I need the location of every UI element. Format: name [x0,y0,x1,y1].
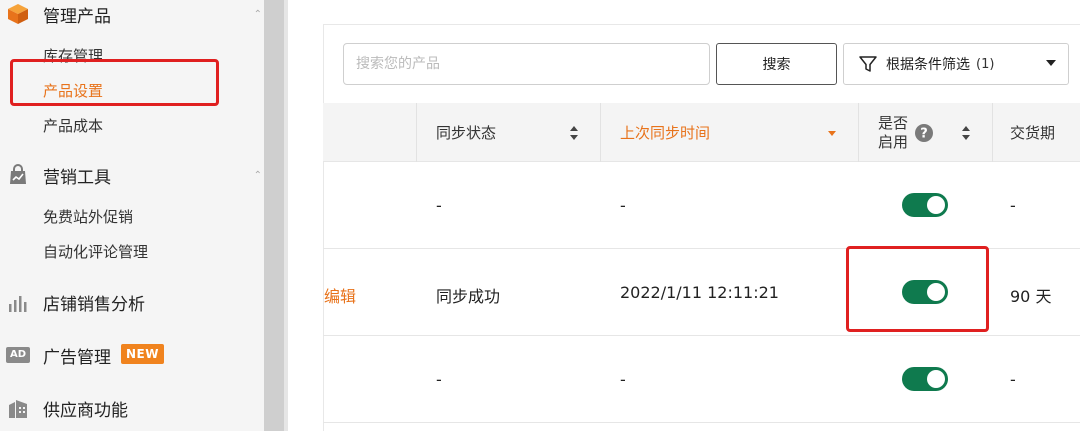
column-divider [992,103,993,162]
table-row: - - - [323,163,1080,249]
highlight-box-toggle [846,246,989,332]
cell-last-sync: 2022/1/11 12:11:21 [620,283,779,302]
sort-desc-icon[interactable] [827,125,837,141]
building-icon [6,396,30,420]
cell-sync-status: 同步成功 [436,287,501,306]
column-divider [416,103,417,162]
header-label: 同步状态 [436,124,497,142]
sort-icon[interactable] [961,125,971,141]
filter-label: 根据条件筛选 [886,57,970,73]
cell-sync-status: - [436,196,442,215]
new-badge: NEW [121,344,164,364]
chevron-up-icon[interactable]: ⌃ [254,9,262,20]
sidebar-scrollbar[interactable] [264,0,284,431]
header-label: 交货期 [1010,124,1056,142]
ad-icon-text: AD [6,347,30,363]
column-divider [858,103,859,162]
chevron-up-icon[interactable]: ⌃ [254,170,262,181]
header-label: 启用 [878,132,909,151]
sidebar-section-marketing[interactable]: 营销工具 ⌃ [0,158,264,192]
filter-icon [859,56,877,72]
sidebar-section-manage-products[interactable]: 管理产品 ⌃ [0,0,264,31]
sidebar-section-supplier[interactable]: 供应商功能 [0,391,264,425]
sidebar-item-offsite-promo[interactable]: 免费站外促销 [43,206,133,227]
column-header-last-sync[interactable]: 上次同步时间 [620,103,710,162]
ad-icon: AD [6,343,30,367]
enabled-toggle[interactable] [902,193,948,217]
sidebar-section-label: 供应商功能 [43,400,128,421]
sidebar-item-review-management[interactable]: 自动化评论管理 [43,241,148,262]
cell-lead-time: - [1010,370,1016,389]
bag-chart-icon [6,163,30,187]
sidebar-section-sales-analytics[interactable]: 店铺销售分析 [0,285,264,319]
search-input[interactable] [343,43,710,85]
column-header-lead-time[interactable]: 交货期 [1010,103,1055,162]
edit-link[interactable]: 编辑 [324,283,356,307]
cell-last-sync: - [620,370,626,389]
sidebar-item-product-cost[interactable]: 产品成本 [43,115,103,136]
filter-dropdown[interactable]: 根据条件筛选 (1) [843,43,1069,85]
cell-lead-time: - [1010,196,1016,215]
bar-chart-icon [6,290,30,314]
column-divider [600,103,601,162]
column-header-enabled[interactable]: 是否 启用 [878,103,908,162]
header-label: 上次同步时间 [620,124,711,142]
sidebar-section-label: 广告管理 [43,347,111,368]
svg-text:?: ? [920,127,928,142]
sidebar-section-label: 管理产品 [43,6,111,27]
filter-count: (1) [976,56,995,72]
table-header: 同步状态 上次同步时间 是否 启用 ? 交货期 [323,103,1080,162]
cell-lead-time: 90 天 [1010,287,1052,306]
caret-down-icon [1046,60,1056,66]
help-icon[interactable]: ? [914,123,934,143]
search-button[interactable]: 搜索 [716,43,837,85]
table-row: - - - [323,337,1080,423]
enabled-toggle[interactable] [902,367,948,391]
sidebar-section-label: 店铺销售分析 [43,294,145,315]
cell-last-sync: - [620,196,626,215]
box-icon [6,2,30,26]
header-label: 是否 [878,113,909,132]
column-header-sync-status[interactable]: 同步状态 [436,103,496,162]
highlight-box-product-settings [10,59,219,106]
cell-sync-status: - [436,370,442,389]
sidebar-section-label: 营销工具 [43,167,111,188]
sort-icon[interactable] [569,125,579,141]
